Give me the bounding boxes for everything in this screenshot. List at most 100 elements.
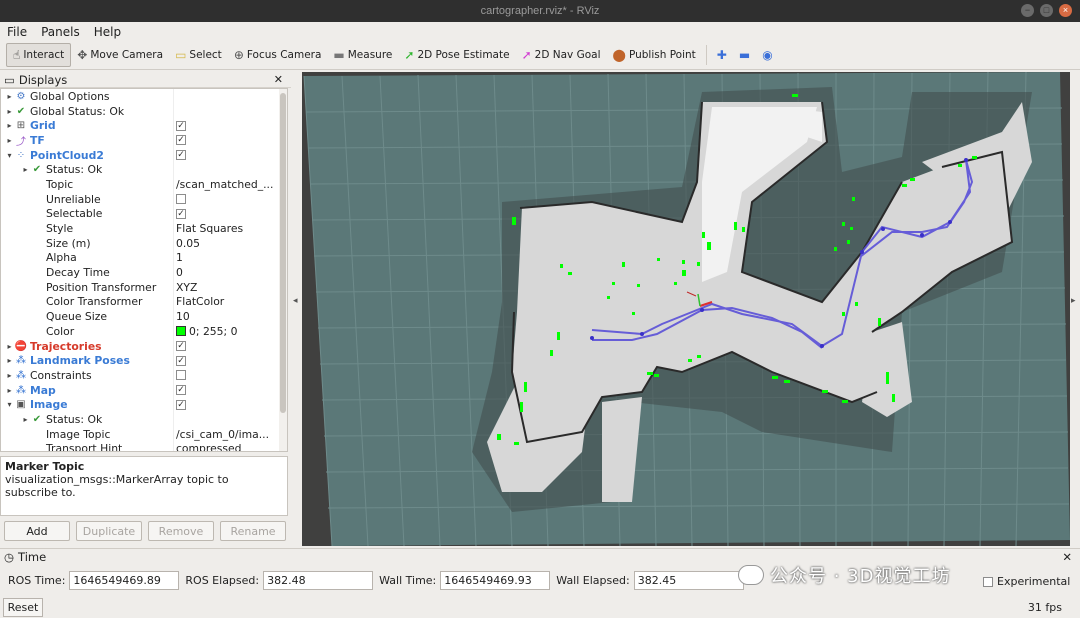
display-value[interactable]: 0.05	[173, 235, 278, 251]
minimize-button[interactable]: −	[1021, 4, 1034, 17]
display-row-transport-hint[interactable]: Transport Hint compressed	[1, 441, 287, 451]
tool-measure[interactable]: ▬ Measure	[327, 43, 398, 67]
display-row-trajectories[interactable]: ▸ ⛔ Trajectories	[1, 338, 287, 354]
display-row-position-transformer[interactable]: Position Transformer XYZ	[1, 279, 287, 295]
expand-arrow-icon[interactable]: ▸	[5, 92, 14, 101]
display-row-queue-size[interactable]: Queue Size 10	[1, 309, 287, 324]
display-row-landmark-poses[interactable]: ▸ ⁂ Landmark Poses	[1, 353, 287, 369]
tool-select[interactable]: ▭ Select	[169, 43, 228, 67]
expand-arrow-icon[interactable]: ▸	[5, 371, 14, 380]
remove-button[interactable]: Remove	[148, 521, 214, 541]
display-row-size-m-[interactable]: Size (m) 0.05	[1, 235, 287, 251]
enable-checkbox[interactable]	[176, 341, 186, 352]
3d-viewport[interactable]	[302, 72, 1070, 546]
ros-elapsed-field[interactable]: 382.48	[263, 570, 374, 590]
display-value[interactable]	[173, 118, 278, 134]
wall-time-field[interactable]: 1646549469.93	[440, 570, 551, 590]
wall-elapsed-field[interactable]: 382.45	[633, 570, 744, 590]
display-value[interactable]	[173, 412, 278, 427]
enable-checkbox[interactable]	[176, 385, 186, 396]
tool-2d-pose-estimate[interactable]: ➚ 2D Pose Estimate	[398, 43, 515, 67]
expand-arrow-icon[interactable]: ▸	[5, 356, 14, 365]
menu-panels[interactable]: Panels	[38, 25, 83, 39]
display-row-tf[interactable]: ▸ ⤴ TF	[1, 133, 287, 148]
enable-checkbox[interactable]	[176, 399, 186, 410]
tool-move-camera[interactable]: ✥ Move Camera	[71, 43, 169, 67]
display-value[interactable]: Flat Squares	[173, 221, 278, 236]
display-row-status-ok[interactable]: ▸ ✔ Status: Ok	[1, 412, 287, 427]
display-value[interactable]	[173, 353, 278, 369]
display-row-style[interactable]: Style Flat Squares	[1, 221, 287, 236]
reset-button[interactable]: Reset	[3, 598, 43, 617]
duplicate-button[interactable]: Duplicate	[76, 521, 142, 541]
display-row-decay-time[interactable]: Decay Time 0	[1, 265, 287, 280]
menu-help[interactable]: Help	[91, 25, 124, 39]
display-value[interactable]	[173, 103, 278, 119]
display-value[interactable]	[173, 191, 278, 207]
display-row-global-options[interactable]: ▸ ⚙ Global Options	[1, 89, 287, 104]
menu-file[interactable]: File	[4, 25, 30, 39]
display-row-image-topic[interactable]: Image Topic/csi_cam_0/ima...	[1, 426, 287, 442]
display-row-global-status-ok[interactable]: ▸ ✔ Global Status: Ok	[1, 103, 287, 119]
display-value[interactable]: 0	[173, 265, 278, 280]
display-value[interactable]: /scan_matched_...	[173, 177, 278, 192]
display-value[interactable]: 0; 255; 0	[173, 324, 278, 339]
plus-tool-button[interactable]: ✚	[711, 43, 733, 67]
display-value[interactable]	[173, 89, 278, 104]
display-value[interactable]	[173, 397, 278, 413]
tool-publish-point[interactable]: ⬤ Publish Point	[607, 43, 702, 67]
expand-arrow-icon[interactable]: ▸	[21, 165, 30, 174]
minus-tool-button[interactable]: ▬	[733, 43, 756, 67]
maximize-button[interactable]: □	[1040, 4, 1053, 17]
experimental-checkbox[interactable]	[983, 576, 993, 587]
eye-tool-button[interactable]: ◉	[756, 43, 778, 67]
display-value[interactable]: 10	[173, 309, 278, 324]
enable-checkbox[interactable]	[176, 135, 186, 146]
display-value[interactable]	[173, 382, 278, 398]
expand-arrow-icon[interactable]: ▸	[5, 386, 14, 395]
display-value[interactable]	[173, 147, 278, 163]
color-swatch[interactable]	[176, 326, 186, 337]
enable-checkbox[interactable]	[176, 208, 186, 219]
display-row-topic[interactable]: Topic/scan_matched_...	[1, 177, 287, 192]
display-row-constraints[interactable]: ▸ ⁂ Constraints	[1, 368, 287, 383]
tool-2d-nav-goal[interactable]: ➚ 2D Nav Goal	[516, 43, 607, 67]
enable-checkbox[interactable]	[176, 194, 186, 205]
display-row-map[interactable]: ▸ ⁂ Map	[1, 382, 287, 398]
experimental-option[interactable]: Experimental	[983, 575, 1070, 588]
tool-focus-camera[interactable]: ⊕ Focus Camera	[228, 43, 328, 67]
display-row-color[interactable]: Color 0; 255; 0	[1, 324, 287, 339]
expand-arrow-icon[interactable]: ▾	[5, 400, 14, 409]
display-value[interactable]	[173, 162, 278, 178]
display-value[interactable]	[173, 338, 278, 354]
expand-arrow-icon[interactable]: ▸	[5, 107, 14, 116]
display-value[interactable]: XYZ	[173, 279, 278, 295]
display-row-grid[interactable]: ▸ ⊞ Grid	[1, 118, 287, 134]
display-value[interactable]: compressed	[173, 441, 278, 451]
right-collapse-icon[interactable]: ▸	[1071, 296, 1076, 306]
tool-interact[interactable]: ☝ Interact	[6, 43, 72, 67]
display-value[interactable]	[173, 368, 278, 383]
enable-checkbox[interactable]	[176, 370, 186, 381]
close-time-panel-icon[interactable]: ✕	[1062, 550, 1072, 564]
display-row-alpha[interactable]: Alpha 1	[1, 250, 287, 266]
display-value[interactable]: 1	[173, 250, 278, 266]
display-value[interactable]: FlatColor	[173, 294, 278, 310]
rename-button[interactable]: Rename	[220, 521, 286, 541]
add-button[interactable]: Add	[4, 521, 70, 541]
close-button[interactable]: ×	[1059, 4, 1072, 17]
expand-arrow-icon[interactable]: ▸	[21, 415, 30, 424]
enable-checkbox[interactable]	[176, 355, 186, 366]
display-row-selectable[interactable]: Selectable	[1, 206, 287, 222]
expand-arrow-icon[interactable]: ▸	[5, 136, 14, 145]
enable-checkbox[interactable]	[176, 150, 186, 161]
enable-checkbox[interactable]	[176, 120, 186, 131]
close-panel-icon[interactable]: ✕	[274, 73, 283, 86]
display-row-color-transformer[interactable]: Color Transformer FlatColor	[1, 294, 287, 310]
expand-arrow-icon[interactable]: ▸	[5, 121, 14, 130]
display-value[interactable]	[173, 206, 278, 222]
ros-time-field[interactable]: 1646549469.89	[69, 570, 180, 590]
display-row-unreliable[interactable]: Unreliable	[1, 191, 287, 207]
display-value[interactable]	[173, 133, 278, 148]
expand-arrow-icon[interactable]: ▾	[5, 151, 14, 160]
